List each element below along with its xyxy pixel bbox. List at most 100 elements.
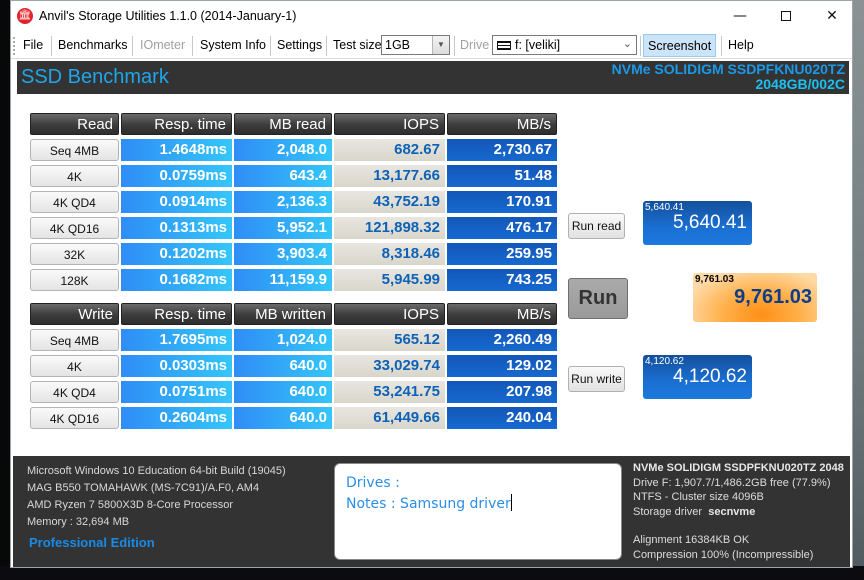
read-resp-time-cell: 0.1313ms [121,217,232,239]
system-info: Microsoft Windows 10 Education 64-bit Bu… [27,463,286,531]
menu-iometer[interactable]: IOmeter [140,38,185,52]
write-mb-cell: 1,024.0 [234,329,332,351]
read-resp-time-cell: 0.1682ms [121,269,232,291]
motherboard-info: MAG B550 TOMAHAWK (MS-7C91)/A.F0, AM4 [27,482,260,494]
write-row-label[interactable]: Seq 4MB [30,329,119,351]
chevron-down-icon[interactable]: ⌄ [623,37,632,50]
toolbar-separator [326,36,327,56]
edition-label: Professional Edition [29,535,155,550]
total-score-big: 9,761.03 [734,286,812,308]
read-iops-cell: 13,177.66 [334,165,445,187]
toolbar-grip[interactable] [13,37,15,55]
drive-info-space: Drive F: 1,907.7/1,486.2GB free (77.9%) [633,476,831,489]
drive-select[interactable]: f: [veliki] ⌄ [492,35,637,55]
read-iops-cell: 8,318.46 [334,243,445,265]
read-iops-cell: 682.67 [334,139,445,161]
toolbar-separator [454,36,455,56]
write-mb-cell: 640.0 [234,407,332,429]
menu-system-info[interactable]: System Info [200,38,266,52]
toolbar-separator [132,36,133,56]
maximize-icon [781,11,791,21]
write-resp-time-cell: 1.7695ms [121,329,232,351]
drive-icon [497,41,511,50]
drive-info-fs: NTFS - Cluster size 4096B [633,491,764,503]
dropdown-arrow-icon[interactable]: ▼ [432,36,449,54]
menu-help[interactable]: Help [728,38,754,52]
read-mbs-cell: 51.48 [447,165,557,187]
read-iops-cell: 121,898.32 [334,217,445,239]
cpu-info: AMD Ryzen 7 5800X3D 8-Core Processor [27,499,234,511]
read-mbs-cell: 259.95 [447,243,557,265]
menu-benchmarks[interactable]: Benchmarks [58,38,127,52]
read-mb-cell: 5,952.1 [234,217,332,239]
minimize-icon: — [733,8,747,24]
window-title: Anvil's Storage Utilities 1.1.0 (2014-Ja… [39,9,297,23]
read-mb-cell: 2,136.3 [234,191,332,213]
write-header-iops: IOPS [334,303,445,325]
test-size-label: Test size [333,38,382,52]
drive-info-driver-label: Storage driver [633,505,703,518]
os-info: Microsoft Windows 10 Education 64-bit Bu… [27,465,286,477]
notes-textarea[interactable]: Drives : Notes : Samsung driver [334,463,622,560]
close-button[interactable]: ✕ [809,1,855,32]
drive-info-driver-value: secnvme [708,505,756,518]
run-button[interactable]: Run [568,278,628,319]
read-mbs-cell: 476.17 [447,217,557,239]
write-row-label[interactable]: 4K QD16 [30,407,119,429]
menu-file[interactable]: File [23,38,43,52]
read-row-label[interactable]: 32K [30,243,119,265]
read-mb-cell: 3,903.4 [234,243,332,265]
write-row-label[interactable]: 4K QD4 [30,381,119,403]
run-write-button[interactable]: Run write [568,366,625,392]
read-mb-cell: 2,048.0 [234,139,332,161]
title-bar[interactable]: 🏛 Anvil's Storage Utilities 1.1.0 (2014-… [11,1,852,32]
read-row-label[interactable]: Seq 4MB [30,139,119,161]
anvil-temple-icon: 🏛 [17,8,33,24]
drive-info-alignment: Alignment 16384KB OK [633,534,750,546]
read-row-label[interactable]: 4K QD4 [30,191,119,213]
write-header-mbs: MB/s [447,303,557,325]
write-row-label[interactable]: 4K [30,355,119,377]
toolbar-separator [640,36,641,56]
read-iops-cell: 5,945.99 [334,269,445,291]
toolbar-separator [192,36,193,56]
drive-label: Drive [460,38,490,52]
page-title: SSD Benchmark [21,66,169,88]
benchmark-header: SSD Benchmark NVMe SOLIDIGM SSDPFKNU020T… [17,61,849,94]
write-mbs-cell: 240.04 [447,407,557,429]
toolbar: File Benchmarks IOmeter System Info Sett… [11,32,852,59]
desktop-icons-strip [0,0,10,580]
read-row-label[interactable]: 128K [30,269,119,291]
minimize-button[interactable]: — [717,1,763,32]
read-resp-time-cell: 0.0759ms [121,165,232,187]
notes-drives-line: Drives : [346,475,400,491]
write-resp-time-cell: 0.0751ms [121,381,232,403]
read-header-resp-time: Resp. time [121,113,232,135]
read-mbs-cell: 170.91 [447,191,557,213]
read-score: 5,640.41 5,640.41 [643,201,752,245]
total-score-small: 9,761.03 [695,274,734,285]
screenshot-button[interactable]: Screenshot [643,34,717,57]
read-resp-time-cell: 0.1202ms [121,243,232,265]
test-size-select[interactable]: 1GB ▼ [381,35,450,55]
info-panel: Microsoft Windows 10 Education 64-bit Bu… [13,456,850,567]
write-score-big: 4,120.62 [673,366,747,387]
menu-settings[interactable]: Settings [277,38,322,52]
write-resp-time-cell: 0.2604ms [121,407,232,429]
write-header-row-label: Write [30,303,119,325]
run-read-button[interactable]: Run read [568,213,625,239]
write-mbs-cell: 207.98 [447,381,557,403]
memory-info: Memory : 32,694 MB [27,516,130,528]
write-mbs-cell: 129.02 [447,355,557,377]
read-row-label[interactable]: 4K [30,165,119,187]
test-size-value: 1GB [385,38,411,52]
drive-model-line: NVMe SOLIDIGM SSDPFKNU020TZ [611,61,845,77]
drive-info: NVMe SOLIDIGM SSDPFKNU020TZ 2048 Drive F… [633,461,844,562]
drive-value: f: [veliki] [515,38,561,52]
drive-capacity-line: 2048GB/002C [755,76,845,92]
read-row-label[interactable]: 4K QD16 [30,217,119,239]
write-iops-cell: 53,241.75 [334,381,445,403]
read-header-mb: MB read [234,113,332,135]
maximize-button[interactable] [763,1,809,32]
write-iops-cell: 33,029.74 [334,355,445,377]
